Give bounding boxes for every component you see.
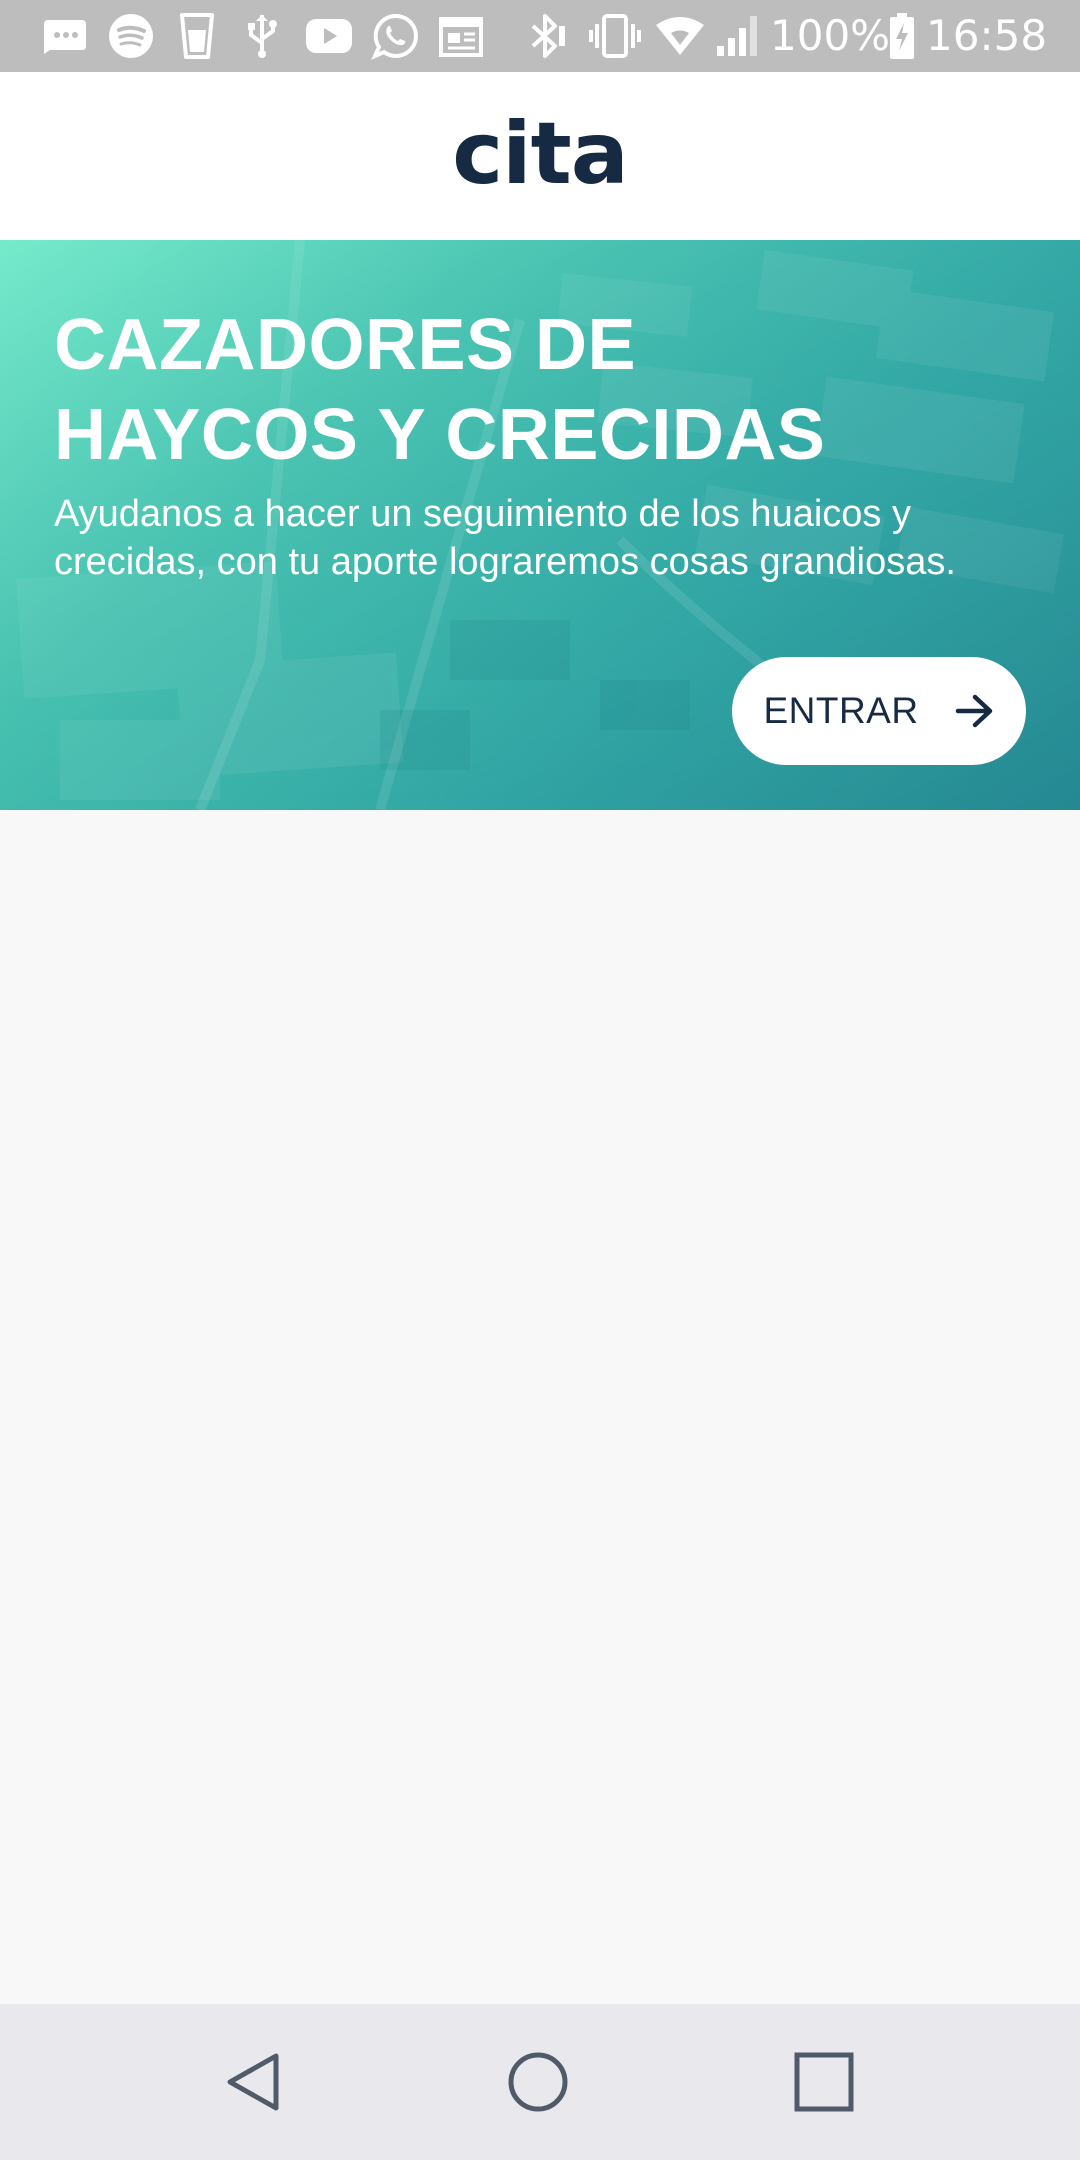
hero-subtitle-line: crecidas, con tu aporte lograremos cosas… xyxy=(54,541,956,583)
recents-icon xyxy=(794,2052,854,2112)
hero-title-line: CAZADORES DE xyxy=(54,305,637,385)
content-area xyxy=(0,810,1080,2004)
hero-banner: CAZADORES DE HAYCOS Y CRECIDAS Ayudanos … xyxy=(0,240,1080,810)
status-bar: 100% 16:58 xyxy=(0,0,1080,72)
hero-subtitle-line: Ayudanos a hacer un seguimiento de los h… xyxy=(54,493,911,535)
arrow-right-icon xyxy=(955,694,992,728)
back-button[interactable] xyxy=(214,2042,294,2122)
youtube-icon xyxy=(304,12,354,60)
home-button[interactable] xyxy=(498,2042,578,2122)
wifi-icon xyxy=(654,12,706,60)
clock: 16:58 xyxy=(926,11,1048,60)
message-icon xyxy=(40,12,90,60)
whatsapp-icon xyxy=(370,12,420,60)
recents-button[interactable] xyxy=(784,2042,864,2122)
bluetooth-icon xyxy=(524,12,570,60)
usb-icon xyxy=(242,12,282,60)
back-icon xyxy=(227,2053,279,2111)
hero-subtitle: Ayudanos a hacer un seguimiento de los h… xyxy=(54,490,1044,586)
navigation-bar xyxy=(0,2004,1080,2160)
battery-percent: 100% xyxy=(770,11,891,60)
home-icon xyxy=(508,2052,568,2112)
hero-title: CAZADORES DE HAYCOS Y CRECIDAS xyxy=(54,300,954,480)
app-header: cita xyxy=(0,72,1080,240)
hero-title-line: HAYCOS Y CRECIDAS xyxy=(54,395,826,475)
glass-icon xyxy=(176,12,218,60)
calendar-icon xyxy=(438,12,484,60)
enter-button-label: ENTRAR xyxy=(763,690,919,731)
enter-button[interactable]: ENTRAR xyxy=(732,657,1026,765)
battery-icon xyxy=(886,12,918,60)
signal-icon xyxy=(714,12,762,60)
spotify-icon xyxy=(106,12,156,60)
app-logo[interactable]: cita xyxy=(452,104,629,204)
vibrate-icon xyxy=(586,12,644,60)
